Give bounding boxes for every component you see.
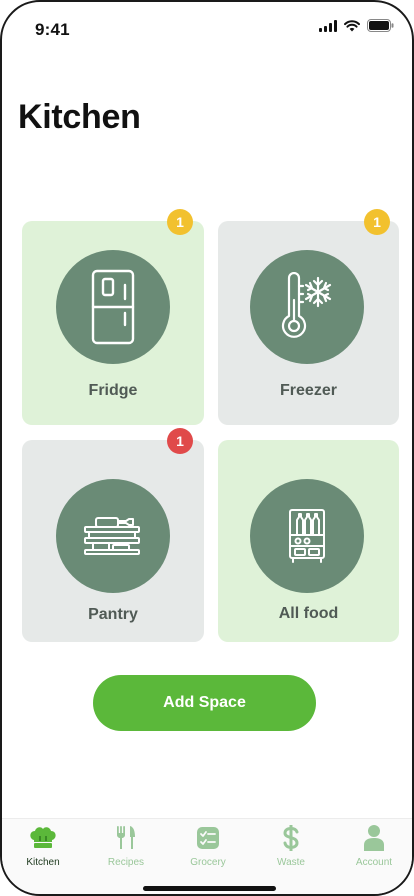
- phone-screen: 9:41 Kitchen Fridge 1 Freezer 1 Pantry 1…: [0, 0, 414, 896]
- tab-label-recipes: Recipes: [107, 857, 145, 868]
- fridge-icon: [91, 269, 135, 345]
- badge-fridge: 1: [167, 209, 193, 235]
- tab-account[interactable]: Account: [339, 825, 409, 877]
- page-title: Kitchen: [18, 98, 141, 136]
- tab-label-account: Account: [355, 857, 393, 868]
- dollar-icon: [282, 825, 300, 851]
- home-indicator: [143, 886, 276, 891]
- space-card-fridge[interactable]: Fridge: [22, 221, 204, 425]
- pantry-icon-circle: [56, 479, 170, 593]
- tab-waste[interactable]: Waste: [256, 825, 326, 877]
- tab-label-kitchen: Kitchen: [26, 857, 60, 868]
- space-label-freezer: Freezer: [280, 382, 337, 399]
- tab-label-waste: Waste: [277, 857, 305, 868]
- tab-recipes[interactable]: Recipes: [91, 825, 161, 877]
- space-card-pantry[interactable]: Pantry: [22, 440, 204, 642]
- all-food-icon-circle: [250, 479, 364, 593]
- status-icons: [319, 19, 394, 32]
- freezer-icon-circle: [250, 250, 364, 364]
- status-bar: 9:41: [2, 2, 412, 58]
- person-icon: [363, 825, 385, 851]
- add-space-button[interactable]: Add Space: [93, 675, 316, 731]
- tab-kitchen[interactable]: Kitchen: [8, 825, 78, 877]
- thermometer-snowflake-icon: [281, 272, 332, 338]
- pantry-shelf-icon: [84, 517, 140, 555]
- space-label-all-food: All food: [278, 605, 339, 622]
- badge-pantry: 1: [167, 428, 193, 454]
- tab-bar: Kitchen Recipes Grocery Waste Account: [2, 818, 412, 894]
- food-cabinet-icon: [289, 509, 325, 563]
- tab-grocery[interactable]: Grocery: [173, 825, 243, 877]
- signal-icon: [319, 19, 337, 32]
- fork-knife-icon: [115, 825, 137, 851]
- space-label-pantry: Pantry: [88, 606, 138, 623]
- chef-hat-icon: [28, 825, 58, 851]
- space-card-all-food[interactable]: All food: [218, 440, 399, 642]
- checklist-icon: [196, 825, 220, 851]
- badge-freezer: 1: [364, 209, 390, 235]
- battery-icon: [367, 19, 394, 32]
- space-card-freezer[interactable]: Freezer: [218, 221, 399, 425]
- status-time: 9:41: [35, 20, 70, 39]
- wifi-icon: [344, 19, 360, 32]
- space-label-fridge: Fridge: [88, 382, 138, 399]
- tab-label-grocery: Grocery: [190, 857, 226, 868]
- fridge-icon-circle: [56, 250, 170, 364]
